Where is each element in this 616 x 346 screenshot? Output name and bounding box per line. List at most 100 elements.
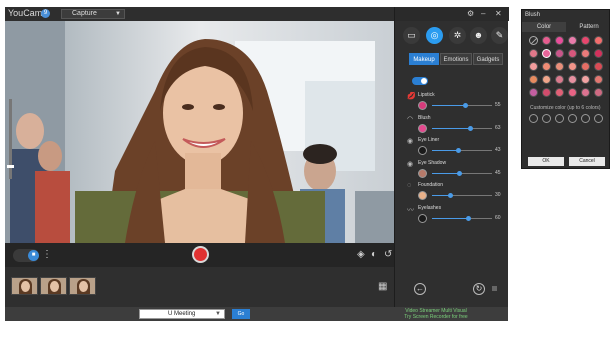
feature-row: 💋 Lipstick 55	[407, 92, 505, 114]
palette-swatch[interactable]	[542, 49, 551, 58]
palette-swatch[interactable]	[568, 75, 577, 84]
palette-swatch[interactable]	[529, 49, 538, 58]
intensity-value: 30	[495, 192, 501, 198]
palette-swatch[interactable]	[529, 75, 538, 84]
rotate-icon[interactable]: ↺	[384, 249, 392, 260]
minimize-icon[interactable]: –	[481, 9, 485, 18]
palette-swatch[interactable]	[542, 36, 551, 45]
custom-color-slot[interactable]	[568, 114, 577, 123]
brush-icon[interactable]: ✎	[491, 27, 508, 44]
custom-color-slot[interactable]	[581, 114, 590, 123]
feature-label: Blush	[418, 114, 431, 121]
feature-label: Lipstick	[418, 92, 435, 98]
zoom-slider-handle[interactable]	[7, 165, 14, 168]
palette-swatch[interactable]	[581, 75, 590, 84]
gear-icon[interactable]: ⚙	[467, 9, 474, 18]
palette-swatch[interactable]	[581, 49, 590, 58]
palette-swatch[interactable]	[594, 36, 603, 45]
palette-swatch[interactable]	[568, 36, 577, 45]
intensity-slider[interactable]	[432, 148, 492, 153]
palette-swatch[interactable]	[568, 62, 577, 71]
mode-dropdown[interactable]: Capture ▼	[61, 9, 125, 19]
more-icon[interactable]: ⋮	[42, 249, 52, 260]
thumbnail[interactable]	[69, 277, 96, 295]
undo-icon[interactable]: ←	[414, 283, 426, 295]
record-button[interactable]	[192, 246, 209, 263]
palette-swatch[interactable]	[581, 62, 590, 71]
color-swatch[interactable]	[418, 146, 427, 155]
slider-handle[interactable]	[463, 103, 468, 108]
intensity-slider[interactable]	[432, 103, 492, 108]
grid-icon[interactable]: ▦	[378, 281, 387, 292]
thumbnail[interactable]	[40, 277, 67, 295]
palette-swatch[interactable]	[581, 88, 590, 97]
promo-text[interactable]: Video Streamer Multi Visual Try Screen R…	[397, 308, 475, 320]
palette-swatch[interactable]	[555, 49, 564, 58]
ok-button[interactable]: OK	[528, 157, 564, 166]
color-swatch[interactable]	[418, 101, 427, 110]
bottom-bar: U Meeting ▼ Go Video Streamer Multi Visu…	[5, 307, 508, 321]
palette-swatch[interactable]	[542, 75, 551, 84]
customize-label: Customize color (up to 6 colors)	[530, 105, 601, 111]
intensity-slider[interactable]	[432, 125, 492, 131]
avatar-icon[interactable]: ☻	[470, 27, 487, 44]
beauty-icon[interactable]: ◎	[426, 27, 443, 44]
palette-swatch[interactable]	[529, 88, 538, 97]
intensity-value: 45	[495, 169, 501, 176]
close-icon[interactable]: ✕	[495, 9, 502, 18]
palette-swatch[interactable]	[555, 62, 564, 71]
intensity-slider[interactable]	[432, 193, 492, 198]
palette-swatch[interactable]	[594, 62, 603, 71]
palette-swatch[interactable]	[594, 49, 603, 58]
app-dropdown-label: U Meeting	[168, 311, 196, 317]
title-bar: YouCam 9 Capture ▼	[5, 7, 395, 21]
color-swatch[interactable]	[418, 123, 427, 133]
toggle-knob	[421, 78, 427, 84]
slider-handle[interactable]	[448, 193, 453, 198]
frame-icon[interactable]: ▭	[403, 27, 420, 44]
palette-swatch[interactable]	[594, 88, 603, 97]
no-color-swatch[interactable]	[529, 36, 538, 45]
slider-handle[interactable]	[466, 215, 471, 221]
slider-handle[interactable]	[455, 148, 461, 153]
custom-color-slot[interactable]	[542, 114, 551, 123]
color-swatch[interactable]	[418, 168, 427, 178]
color-swatch[interactable]	[418, 213, 427, 223]
effects-icon[interactable]: ◐	[371, 249, 377, 260]
makeup-toggle[interactable]	[412, 77, 428, 85]
palette-swatch[interactable]	[568, 88, 577, 97]
feature-row: ◠ Blush 63	[407, 115, 505, 137]
color-swatch[interactable]	[418, 191, 427, 200]
custom-color-slot[interactable]	[594, 114, 603, 123]
intensity-slider[interactable]	[432, 215, 492, 221]
tab-emotions[interactable]: Emotions	[440, 53, 472, 65]
palette-swatch[interactable]	[529, 62, 538, 71]
palette-swatch[interactable]	[594, 75, 603, 84]
go-button[interactable]: Go	[232, 309, 250, 319]
palette-swatch[interactable]	[555, 36, 564, 45]
lipstick-icon: 💋	[407, 93, 416, 100]
camera-toggle[interactable]: ■	[13, 249, 39, 262]
tab-color[interactable]: Color	[522, 22, 566, 32]
custom-color-slot[interactable]	[555, 114, 564, 123]
tab-pattern[interactable]: Pattern	[567, 22, 611, 32]
compare-icon[interactable]	[492, 286, 497, 291]
tab-gadgets[interactable]: Gadgets	[473, 53, 503, 65]
reset-icon[interactable]: ↻	[473, 283, 485, 295]
palette-swatch[interactable]	[581, 36, 590, 45]
palette-swatch[interactable]	[542, 88, 551, 97]
layers-icon[interactable]: ◈	[357, 249, 365, 260]
slider-handle[interactable]	[467, 125, 473, 131]
custom-color-slot[interactable]	[529, 114, 538, 123]
palette-swatch[interactable]	[568, 49, 577, 58]
thumbnail[interactable]	[11, 277, 38, 295]
palette-swatch[interactable]	[555, 75, 564, 84]
effect-icon[interactable]: ✲	[449, 27, 466, 44]
intensity-slider[interactable]	[432, 170, 492, 176]
tab-makeup[interactable]: Makeup	[409, 53, 439, 65]
palette-swatch[interactable]	[555, 88, 564, 97]
slider-handle[interactable]	[457, 170, 462, 176]
palette-swatch[interactable]	[542, 62, 551, 71]
cancel-button[interactable]: Cancel	[569, 157, 605, 166]
app-dropdown[interactable]: U Meeting ▼	[139, 309, 225, 319]
